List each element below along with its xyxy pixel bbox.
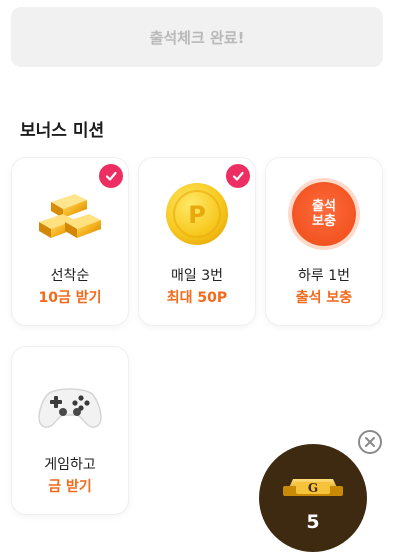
- badge-line-1: 출석: [312, 199, 336, 214]
- gold-bars-icon: [12, 178, 128, 250]
- point-coin-icon: P: [139, 178, 255, 250]
- badge-line-2: 보충: [312, 214, 336, 229]
- attendance-refill-icon: 출석 보충: [292, 182, 356, 246]
- mission-reward: 출석 보충: [295, 290, 353, 306]
- svg-text:P: P: [188, 201, 206, 229]
- gold-bar-g-icon: G: [283, 479, 343, 496]
- completed-check-icon: [226, 164, 250, 188]
- section-title: 보너스 미션: [20, 121, 105, 141]
- mission-card-game[interactable]: 게임하고 금 받기: [12, 347, 128, 514]
- mission-title: 매일 3번: [171, 268, 223, 284]
- checkin-complete-button[interactable]: 출석체크 완료!: [11, 7, 383, 67]
- mission-reward: 최대 50P: [166, 290, 228, 306]
- mission-reward: 10금 받기: [38, 290, 102, 306]
- floating-count: 5: [306, 511, 320, 533]
- checkin-complete-label: 출석체크 완료!: [149, 28, 245, 47]
- mission-title: 선착순: [50, 268, 90, 284]
- mission-card-attendance-refill[interactable]: 출석 보충 하루 1번 출석 보충: [266, 158, 382, 325]
- svg-text:G: G: [308, 481, 318, 495]
- mission-title: 하루 1번: [298, 268, 350, 284]
- game-controller-icon: [12, 367, 128, 439]
- completed-check-icon: [99, 164, 123, 188]
- mission-title: 게임하고: [44, 457, 96, 473]
- mission-reward: 금 받기: [48, 479, 92, 495]
- floating-gold-badge[interactable]: G 5: [259, 444, 367, 552]
